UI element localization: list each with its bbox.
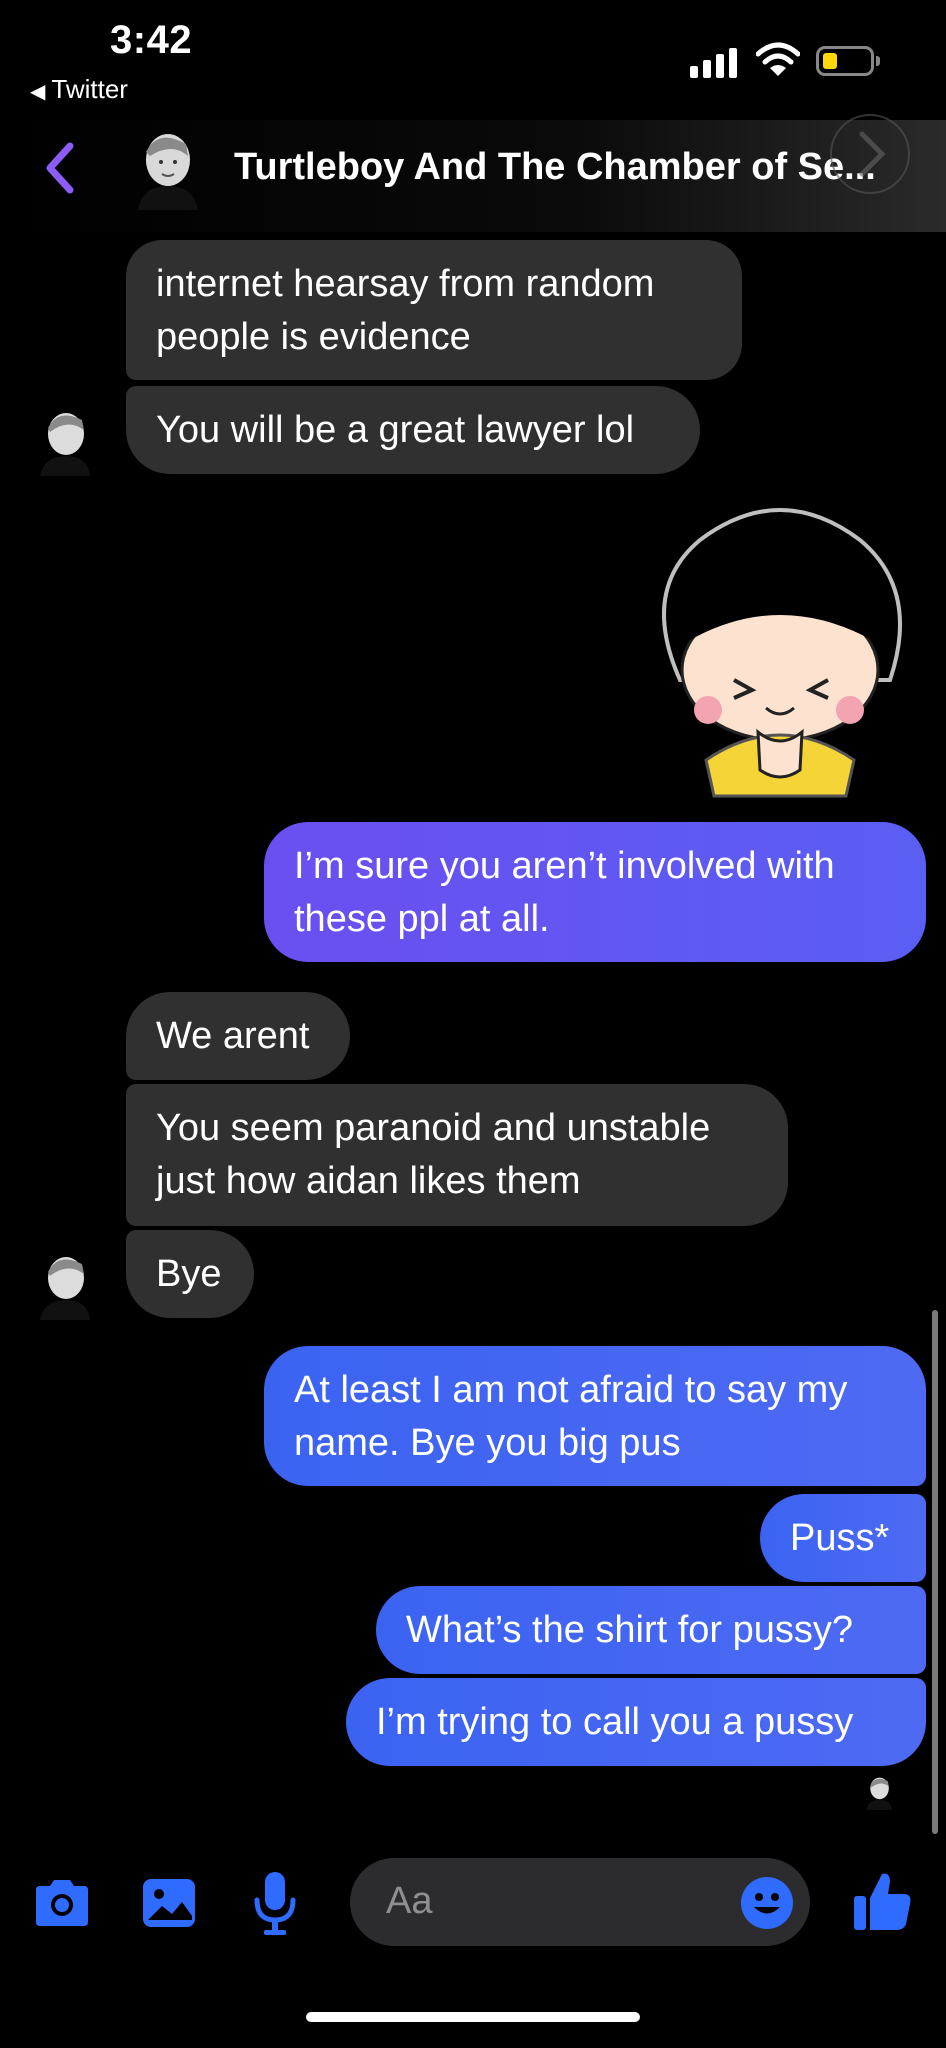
- message-outgoing[interactable]: What’s the shirt for pussy?: [376, 1586, 926, 1674]
- chevron-right-icon: [859, 131, 886, 177]
- microphone-icon[interactable]: [252, 1870, 298, 1936]
- message-line: We arent: [156, 1015, 310, 1057]
- sticker-image[interactable]: [640, 500, 920, 800]
- forward-chevron-icon[interactable]: [830, 114, 910, 194]
- back-triangle-icon: ◀: [30, 81, 46, 103]
- photo-icon[interactable]: [140, 1876, 198, 1930]
- scrollbar[interactable]: [932, 1310, 938, 1834]
- back-app-label: Twitter: [51, 74, 128, 104]
- message-line: these ppl at all.: [294, 898, 550, 940]
- message-line: You will be a great lawyer lol: [156, 409, 635, 451]
- message-outgoing[interactable]: Puss*: [760, 1494, 926, 1582]
- battery-nub: [876, 56, 880, 66]
- sender-avatar: [40, 1257, 90, 1320]
- message-outgoing[interactable]: At least I am not afraid to say my name.…: [264, 1346, 926, 1486]
- camera-icon[interactable]: [32, 1878, 92, 1928]
- message-incoming[interactable]: internet hearsay from random people is e…: [126, 240, 742, 380]
- thumbs-up-icon[interactable]: [852, 1870, 912, 1932]
- message-line: I’m trying to call you a pussy: [376, 1701, 854, 1743]
- back-chevron-icon[interactable]: [40, 138, 80, 198]
- message-incoming[interactable]: We arent: [126, 992, 350, 1080]
- message-line: I’m sure you aren’t involved with: [294, 845, 835, 887]
- message-line: What’s the shirt for pussy?: [406, 1609, 854, 1651]
- message-line: internet hearsay from random: [156, 263, 655, 305]
- emoji-icon[interactable]: [740, 1876, 794, 1930]
- message-line: name. Bye you big pus: [294, 1422, 681, 1464]
- battery-icon: [816, 46, 874, 76]
- home-indicator[interactable]: [306, 2012, 640, 2022]
- back-to-app-link[interactable]: ◀ Twitter: [30, 74, 128, 105]
- message-incoming[interactable]: You will be a great lawyer lol: [126, 386, 700, 474]
- message-line: Puss*: [790, 1517, 890, 1559]
- message-outgoing[interactable]: I’m sure you aren’t involved with these …: [264, 822, 926, 962]
- conversation-title[interactable]: Turtleboy And The Chamber of Se...: [234, 146, 934, 189]
- cellular-signal-icon: [690, 46, 737, 78]
- message-incoming[interactable]: You seem paranoid and unstable just how …: [126, 1084, 788, 1226]
- wifi-icon: [756, 42, 800, 76]
- status-time: 3:42: [110, 18, 193, 62]
- message-line: You seem paranoid and unstable: [156, 1107, 711, 1149]
- message-outgoing[interactable]: I’m trying to call you a pussy: [346, 1678, 926, 1766]
- message-incoming[interactable]: Bye: [126, 1230, 254, 1318]
- message-input-placeholder: Aa: [386, 1880, 433, 1922]
- message-line: Bye: [156, 1253, 222, 1295]
- read-receipt-avatar: [866, 1777, 892, 1810]
- contact-avatar[interactable]: [128, 126, 204, 210]
- sender-avatar: [40, 413, 90, 476]
- message-line: At least I am not afraid to say my: [294, 1369, 848, 1411]
- message-line: people is evidence: [156, 316, 471, 358]
- message-line: just how aidan likes them: [156, 1160, 581, 1202]
